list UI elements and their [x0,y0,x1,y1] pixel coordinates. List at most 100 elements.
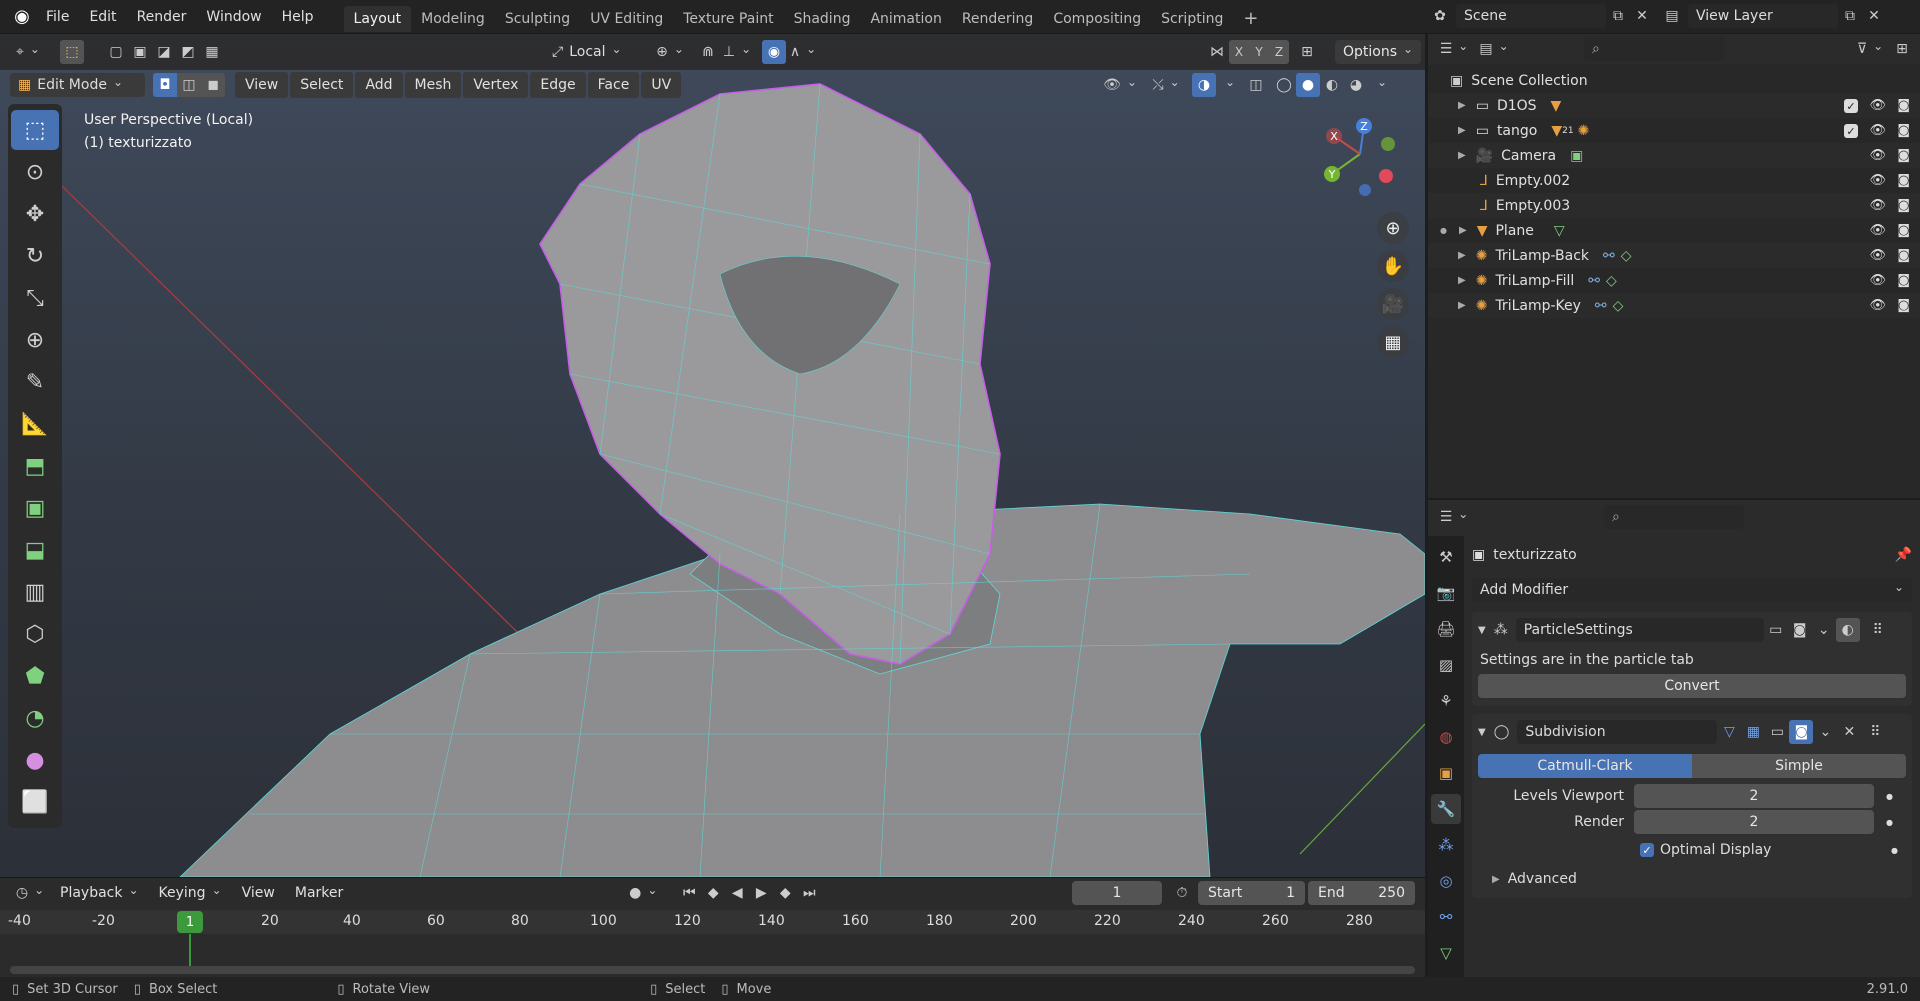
expand-icon[interactable]: ▶ [1458,125,1466,136]
visibility-eye-icon[interactable]: 👁 [1869,173,1886,188]
menu-view[interactable]: View [235,72,289,98]
outliner-search-input[interactable]: ⌕ [1584,37,1724,61]
tab-rendering[interactable]: Rendering [952,6,1044,32]
select-box-tool-icon[interactable]: ⬚ [11,110,59,150]
stopwatch-icon[interactable]: ⏱ [1170,881,1194,905]
cursor-tool-icon[interactable]: ⊙ [11,152,59,192]
tab-compositing[interactable]: Compositing [1043,6,1151,32]
playhead[interactable]: 1 [177,911,203,933]
measure-tool-icon[interactable]: 📐 [11,404,59,444]
ortho-grid-icon[interactable]: ▦ [1377,326,1409,358]
outliner-item[interactable]: ▶ ✺ TriLamp-Fill ⚯ ◇ 👁 ◙ [1428,268,1920,293]
outliner-item[interactable]: ▶ ▭ tango ▼ 21 ✺ ✓ 👁 ◙ [1428,118,1920,143]
levels-viewport-field[interactable]: 2 [1634,784,1874,808]
constraints-tab-icon[interactable]: ⚯ [1431,902,1461,932]
vertex-select-icon[interactable]: ◘ [153,73,177,97]
render-camera-icon[interactable]: ◙ [1897,148,1910,163]
expand-icon[interactable]: ▶ [1459,225,1467,236]
drag-handle-icon[interactable]: ⠿ [1863,720,1887,744]
select-extend-icon[interactable]: ▣ [128,40,152,64]
inset-tool-icon[interactable]: ▣ [11,488,59,528]
drag-handle-icon[interactable]: ⠿ [1866,618,1890,642]
optimal-display-checkbox[interactable]: ✓ [1640,843,1654,857]
menu-add[interactable]: Add [355,72,403,98]
extra-menu-icon[interactable]: ⌄ [1813,720,1837,744]
convert-button[interactable]: Convert [1478,674,1906,698]
display-mode-icon[interactable]: ▤ [1474,37,1514,61]
outliner-item[interactable]: ● ▶ ▼ Plane ▽ 👁 ◙ [1428,218,1920,243]
jump-start-icon[interactable]: ⏮ [677,881,701,905]
smooth-tool-icon[interactable]: ● [11,740,59,780]
tab-texture-paint[interactable]: Texture Paint [673,6,783,32]
view-layer-field[interactable]: View Layer [1688,4,1838,28]
new-view-layer-icon[interactable]: ⧉ [1838,4,1862,28]
menu-uv[interactable]: UV [641,72,682,98]
properties-search-input[interactable]: ⌕ [1604,505,1744,529]
expand-icon[interactable]: ▶ [1458,100,1466,111]
annotate-tool-icon[interactable]: ✎ [11,362,59,402]
3d-viewport[interactable]: ⌖ ⬚ ▢ ▣ ◪ ◩ ▦ ⤢ Local ⊕ ⋒ ⊥ ◉ ∧ ⋈ X Y Z … [0,34,1425,877]
bevel-tool-icon[interactable]: ⬓ [11,530,59,570]
outliner-item[interactable]: ▶ ✺ TriLamp-Key ⚯ ◇ 👁 ◙ [1428,293,1920,318]
shading-dropdown-icon[interactable] [1368,73,1390,97]
select-subtract-icon[interactable]: ◪ [152,40,176,64]
select-tool-icon[interactable]: ⬚ [60,40,84,64]
menu-face[interactable]: Face [587,72,640,98]
material-shading-icon[interactable]: ◐ [1320,73,1344,97]
modifier-tab-icon[interactable]: 🔧 [1431,794,1461,824]
auto-merge-icon[interactable]: ⊞ [1295,40,1319,64]
solid-shading-icon[interactable]: ● [1296,73,1320,97]
pan-hand-icon[interactable]: ✋ [1377,250,1409,282]
mirror-z-toggle[interactable]: Z [1269,40,1289,64]
viewport-display-icon[interactable]: ▭ [1765,720,1789,744]
extrude-tool-icon[interactable]: ⬒ [11,446,59,486]
subdivision-name-field[interactable]: Subdivision [1517,720,1718,744]
outliner-editor-icon[interactable]: ☰ [1434,37,1474,61]
gizmo-toggle-icon[interactable]: ⤯ [1146,73,1186,97]
render-camera-icon[interactable]: ◙ [1897,198,1910,213]
select-new-icon[interactable]: ▢ [104,40,128,64]
mirror-y-toggle[interactable]: Y [1249,40,1269,64]
next-keyframe-icon[interactable]: ◆ [773,881,797,905]
xray-icon[interactable]: ◫ [1244,73,1268,97]
start-frame-field[interactable]: Start 1 [1198,881,1305,905]
visibility-eye-icon[interactable]: 👁 [1869,98,1886,113]
rotate-tool-icon[interactable]: ↻ [11,236,59,276]
properties-editor-icon[interactable]: ☰ [1434,505,1474,529]
wireframe-shading-icon[interactable]: ◯ [1272,73,1296,97]
tab-modeling[interactable]: Modeling [411,6,495,32]
outliner-item[interactable]: ▶ 🎥 Camera ▣ 👁 ◙ [1428,143,1920,168]
play-icon[interactable]: ▶ [749,881,773,905]
mode-selector[interactable]: ▦ Edit Mode [10,73,145,97]
select-invert-icon[interactable]: ◩ [176,40,200,64]
render-camera-icon[interactable]: ◙ [1897,173,1910,188]
expand-icon[interactable]: ▶ [1458,150,1466,161]
overlay-icon[interactable]: ◑ [1192,73,1216,97]
render-camera-icon[interactable]: ◙ [1897,298,1910,313]
rendered-shading-icon[interactable]: ◕ [1344,73,1368,97]
render-camera-icon[interactable]: ◙ [1897,223,1910,238]
visibility-eye-icon[interactable]: 👁 [1869,198,1886,213]
expand-icon[interactable]: ▶ [1492,874,1500,885]
select-intersect-icon[interactable]: ▦ [200,40,224,64]
visibility-icon[interactable]: 👁 [1100,73,1140,97]
frame-ruler[interactable]: -40 -20 20 40 60 80 100 120 140 160 180 … [0,910,1425,934]
menu-window[interactable]: Window [196,4,271,30]
view-layer-tab-icon[interactable]: ▨ [1431,650,1461,680]
tab-animation[interactable]: Animation [860,6,951,32]
toggle-icon[interactable]: ◐ [1835,618,1860,642]
visibility-eye-icon[interactable]: 👁 [1869,248,1886,263]
animate-dot-icon[interactable]: ● [1886,818,1893,827]
overlay-dropdown-icon[interactable] [1216,73,1238,97]
render-toggle-icon[interactable]: ◙ [1788,618,1812,642]
marker-menu[interactable]: Marker [285,880,353,906]
face-select-icon[interactable]: ◼ [201,73,225,97]
tab-layout[interactable]: Layout [343,5,412,32]
mirror-x-toggle[interactable]: X [1229,40,1249,64]
pin-icon[interactable]: 📌 [1895,547,1912,563]
scale-tool-icon[interactable]: ⤡ [11,278,59,318]
delete-view-layer-icon[interactable]: ✕ [1862,4,1886,28]
timeline-view-menu[interactable]: View [232,880,285,906]
object-tab-icon[interactable]: ▣ [1431,758,1461,788]
animate-dot-icon[interactable]: ● [1886,792,1893,801]
